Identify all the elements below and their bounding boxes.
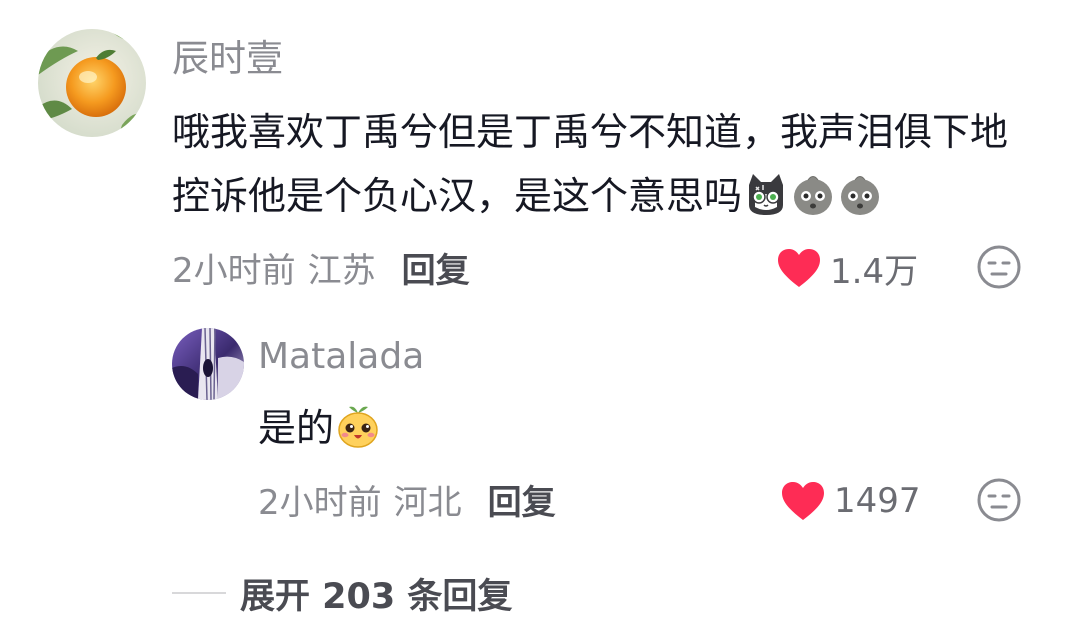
comment-author[interactable]: 辰时壹 (172, 34, 283, 84)
reply-like-button[interactable]: 1497 (780, 477, 921, 525)
reply-author[interactable]: Matalada (258, 333, 424, 381)
reply-avatar[interactable] (172, 328, 244, 400)
reply-to-reply-button[interactable]: 回复 (488, 475, 556, 524)
heart-icon (782, 482, 824, 520)
reply-text: 是的 (258, 398, 381, 458)
comment-text: 哦我喜欢丁禹兮但是丁禹兮不知道，我声泪俱下地控诉他是个负心汉，是这个意思吗 (172, 100, 1042, 228)
crying-face-emoji-icon (841, 176, 880, 215)
avatar[interactable] (38, 29, 146, 137)
dislike-button[interactable] (976, 244, 1022, 290)
reply-item: Matalada 是的 2小时前 河北 回复 1497 (0, 320, 1080, 540)
reply-text-body: 是的 (258, 406, 335, 450)
dislike-face-icon (977, 478, 1021, 522)
like-button[interactable]: 1.4万 (776, 244, 918, 292)
reply-like-count: 1497 (834, 481, 921, 521)
cat-emoji-icon (749, 174, 784, 215)
comment-meta: 2小时前 江苏 回复 (172, 242, 470, 292)
comment-item: 辰时壹 哦我喜欢丁禹兮但是丁禹兮不知道，我声泪俱下地控诉他是个负心汉，是这个意思… (0, 0, 1080, 300)
reply-time: 2小时前 (258, 482, 382, 523)
expand-replies-button[interactable]: 展开 203 条回复 (172, 568, 512, 618)
comment-location: 江苏 (307, 250, 376, 291)
crying-face-emoji-icon (794, 176, 833, 215)
like-count: 1.4万 (830, 251, 919, 292)
avatar-orange-image (38, 29, 146, 137)
comment-time: 2小时前 (172, 250, 296, 291)
reply-location: 河北 (393, 482, 462, 523)
sprout-face-emoji-icon (338, 406, 378, 448)
reply-button[interactable]: 回复 (402, 243, 470, 292)
expand-replies-label: 展开 203 条回复 (240, 576, 513, 617)
avatar-figure-image (172, 328, 244, 400)
dislike-face-icon (977, 245, 1021, 289)
reply-meta: 2小时前 河北 回复 (258, 474, 556, 524)
heart-icon (778, 249, 820, 287)
expand-divider (172, 592, 226, 594)
reply-dislike-button[interactable] (976, 477, 1022, 523)
